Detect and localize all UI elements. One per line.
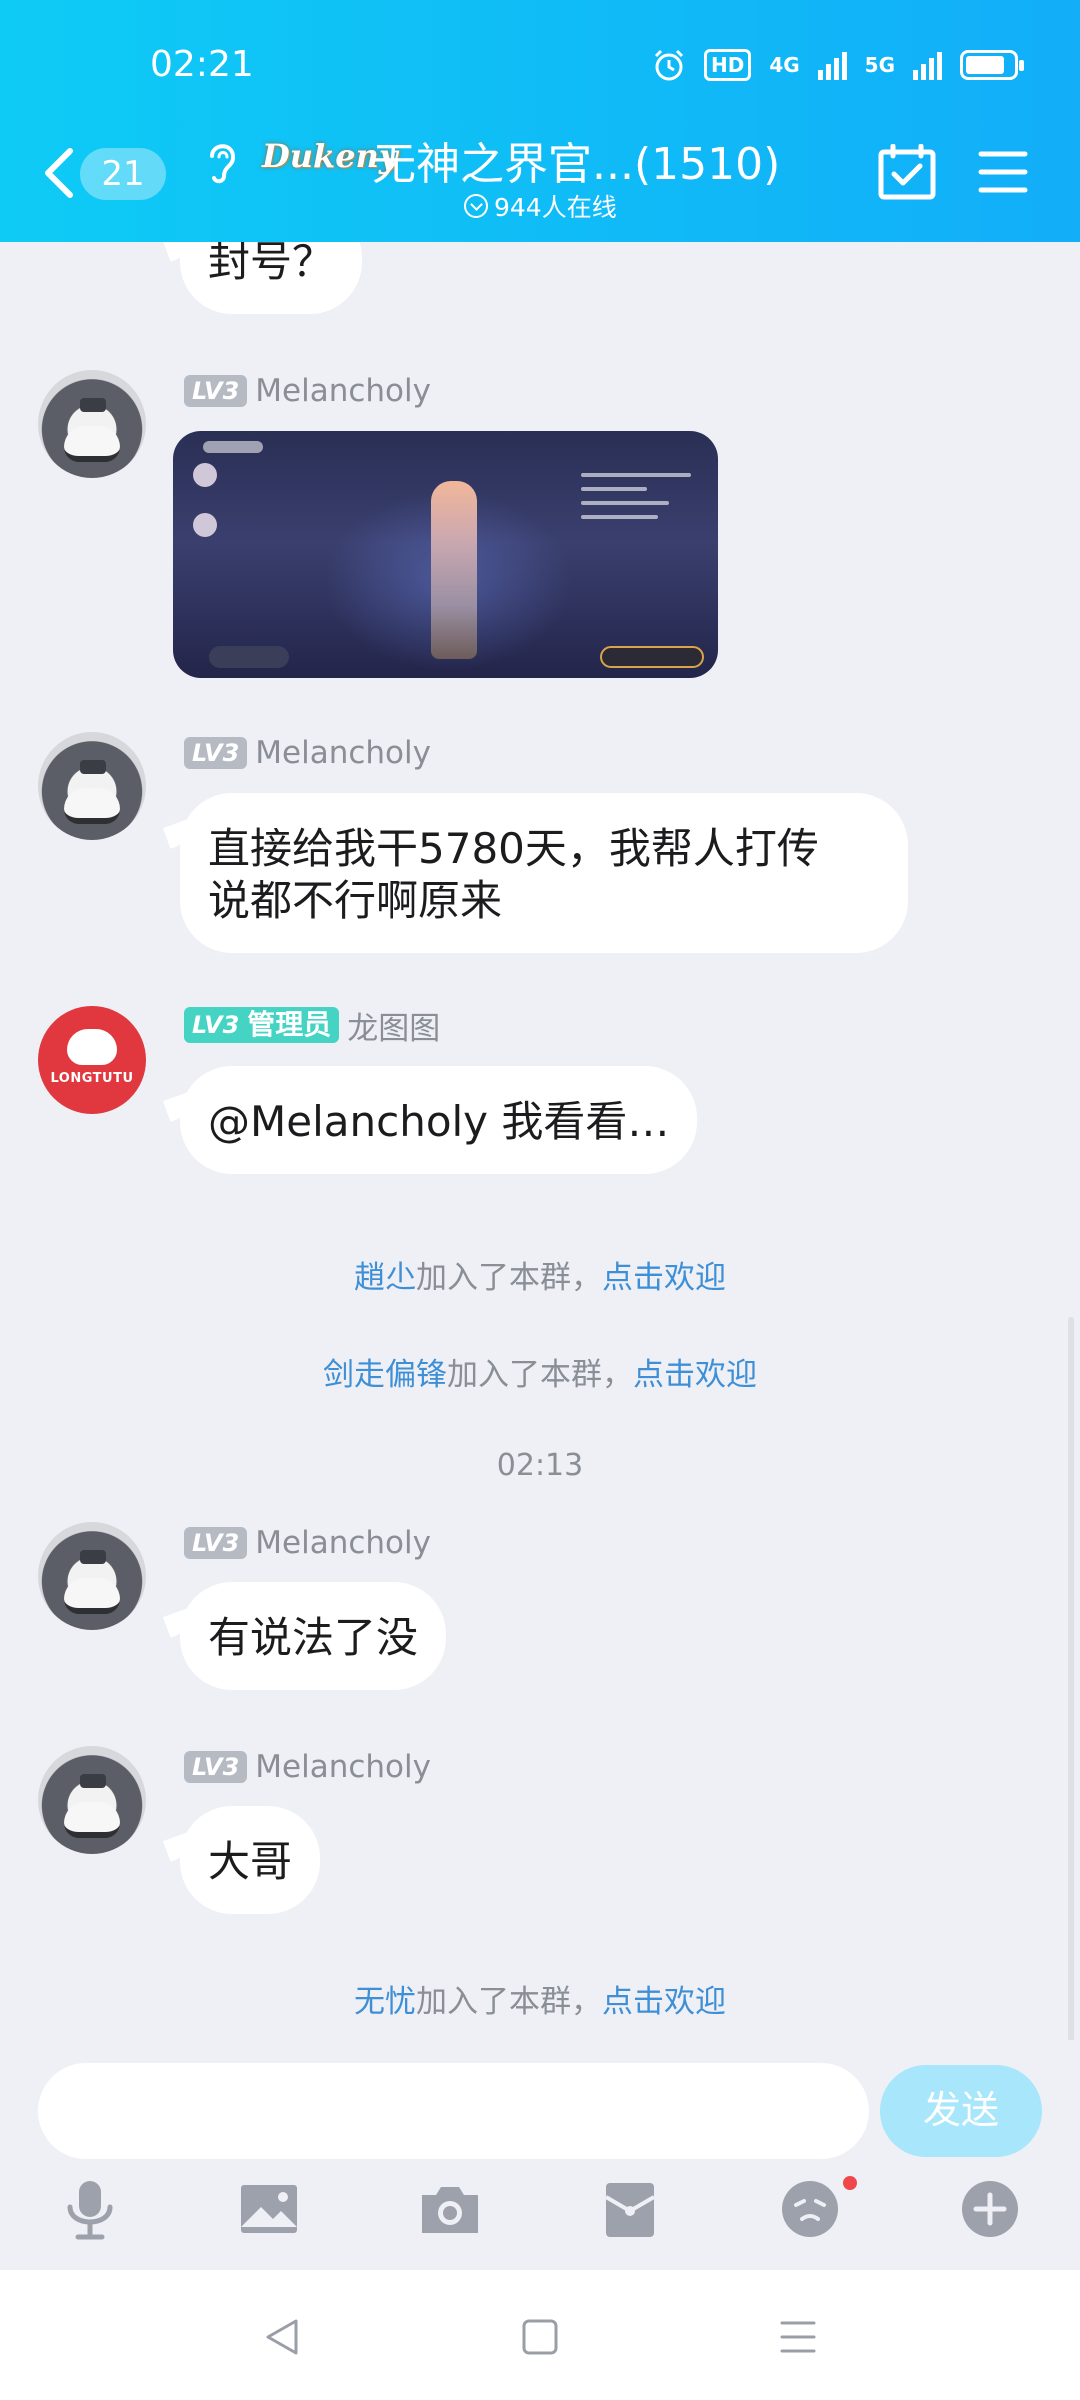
composer: 发送 bbox=[0, 2040, 1080, 2270]
game-screenshot-image[interactable] bbox=[173, 431, 718, 678]
system-navigation-bar bbox=[0, 2270, 1080, 2400]
sender-name[interactable]: Melancholy bbox=[255, 735, 431, 771]
network-5g-label: 5G bbox=[864, 53, 895, 77]
welcome-link[interactable]: 点击欢迎 bbox=[602, 1260, 726, 1296]
system-join-notice: 剑走偏锋加入了本群，点击欢迎 bbox=[0, 1349, 1080, 1394]
level-badge: LV3 bbox=[184, 1751, 248, 1783]
level-badge: LV3 bbox=[184, 1527, 248, 1559]
sender-name[interactable]: Melancholy bbox=[255, 1525, 431, 1561]
red-packet-icon[interactable] bbox=[598, 2177, 662, 2241]
avatar-text: LONGTUTU bbox=[50, 1070, 134, 1086]
joined-user-name[interactable]: 无忧 bbox=[354, 1984, 416, 2020]
image-icon[interactable] bbox=[237, 2177, 301, 2241]
status-time: 02:21 bbox=[150, 44, 254, 85]
joined-text: 加入了本群， bbox=[416, 1984, 602, 2020]
recents-lines-icon[interactable] bbox=[776, 2315, 820, 2359]
battery-icon bbox=[960, 50, 1024, 80]
plus-icon[interactable] bbox=[958, 2177, 1022, 2241]
joined-user-name[interactable]: 剑走偏锋 bbox=[323, 1357, 447, 1393]
unread-count-badge[interactable]: 21 bbox=[80, 148, 166, 200]
message-meta: LV3 Melancholy bbox=[184, 1748, 431, 1786]
message-meta: LV3 Melancholy bbox=[184, 1524, 431, 1562]
message-bubble[interactable]: 有说法了没 bbox=[180, 1582, 447, 1690]
message-meta: LV3 Melancholy bbox=[184, 734, 431, 772]
role-label: 管理员 bbox=[247, 1008, 332, 1041]
welcome-link[interactable]: 点击欢迎 bbox=[633, 1357, 757, 1393]
online-status[interactable]: 944人在线 bbox=[464, 188, 617, 224]
emoji-icon[interactable] bbox=[778, 2177, 842, 2241]
message-bubble[interactable]: 封号？ bbox=[180, 242, 363, 314]
message-list[interactable]: 封号？ LV3 Melancholy LV3 Melancholy 直接给我干5… bbox=[0, 242, 1080, 2060]
welcome-link[interactable]: 点击欢迎 bbox=[602, 1984, 726, 2020]
message-input[interactable] bbox=[38, 2063, 869, 2159]
avatar[interactable] bbox=[38, 1746, 146, 1854]
avatar[interactable] bbox=[38, 370, 146, 478]
time-separator: 02:13 bbox=[496, 1448, 584, 1483]
joined-text: 加入了本群， bbox=[447, 1357, 633, 1393]
level-badge: LV3 bbox=[184, 737, 248, 769]
message-text-line: 说都不行啊原来 bbox=[208, 876, 503, 925]
level-badge: LV3 bbox=[184, 375, 248, 407]
scrollbar[interactable] bbox=[1068, 1317, 1074, 2060]
system-join-notice: 无忧加入了本群，点击欢迎 bbox=[0, 1976, 1080, 2021]
chat-header: 02:21 HD 4G 5G 21 Dukeny 无神之界官...(1510) bbox=[0, 0, 1080, 242]
hd-voice-icon: HD bbox=[703, 49, 752, 81]
ear-icon[interactable] bbox=[202, 136, 242, 186]
admin-badge: LV3 管理员 bbox=[184, 1007, 340, 1043]
signal-4g-icon bbox=[817, 50, 847, 80]
message-meta: LV3 管理员 龙图图 bbox=[184, 1006, 440, 1047]
level-badge: LV3 bbox=[192, 1011, 240, 1039]
camera-icon[interactable] bbox=[418, 2177, 482, 2241]
mascot-face bbox=[67, 1028, 117, 1065]
status-bar: 02:21 HD 4G 5G bbox=[0, 0, 1080, 135]
network-4g-label: 4G bbox=[769, 53, 800, 77]
sender-name[interactable]: Melancholy bbox=[255, 1749, 431, 1785]
message-bubble[interactable]: 直接给我干5780天，我帮人打传 说都不行啊原来 bbox=[180, 793, 908, 953]
message-bubble[interactable]: @Melancholy 我看看… bbox=[180, 1066, 698, 1174]
online-count: 944人在线 bbox=[494, 193, 617, 222]
group-title[interactable]: 无神之界官...(1510) bbox=[372, 128, 780, 192]
back-chevron-icon[interactable] bbox=[38, 145, 78, 201]
avatar[interactable] bbox=[38, 732, 146, 840]
back-triangle-icon[interactable] bbox=[260, 2315, 304, 2359]
group-logo: Dukeny bbox=[262, 137, 398, 175]
message-meta: LV3 Melancholy bbox=[184, 372, 431, 410]
joined-text: 加入了本群， bbox=[416, 1260, 602, 1296]
sender-name[interactable]: 龙图图 bbox=[347, 1003, 440, 1048]
notification-dot bbox=[843, 2176, 857, 2190]
avatar-longtutu[interactable]: LONGTUTU bbox=[38, 1006, 146, 1114]
signal-5g-icon bbox=[913, 50, 942, 80]
system-join-notice: 趙尐加入了本群，点击欢迎 bbox=[0, 1252, 1080, 1297]
joined-user-name[interactable]: 趙尐 bbox=[354, 1260, 416, 1296]
status-icons: HD 4G 5G bbox=[652, 48, 1024, 82]
calendar-check-icon[interactable] bbox=[878, 144, 936, 200]
alarm-icon bbox=[654, 49, 684, 81]
microphone-icon[interactable] bbox=[58, 2177, 122, 2241]
sender-name[interactable]: Melancholy bbox=[255, 373, 431, 409]
avatar[interactable] bbox=[38, 1522, 146, 1630]
home-square-icon[interactable] bbox=[518, 2315, 562, 2359]
message-bubble[interactable]: 大哥 bbox=[180, 1806, 321, 1914]
send-button[interactable]: 发送 bbox=[880, 2065, 1042, 2157]
chevron-down-icon bbox=[464, 194, 488, 218]
message-text-line: 直接给我干5780天，我帮人打传 bbox=[208, 824, 819, 873]
menu-icon[interactable] bbox=[978, 150, 1028, 194]
